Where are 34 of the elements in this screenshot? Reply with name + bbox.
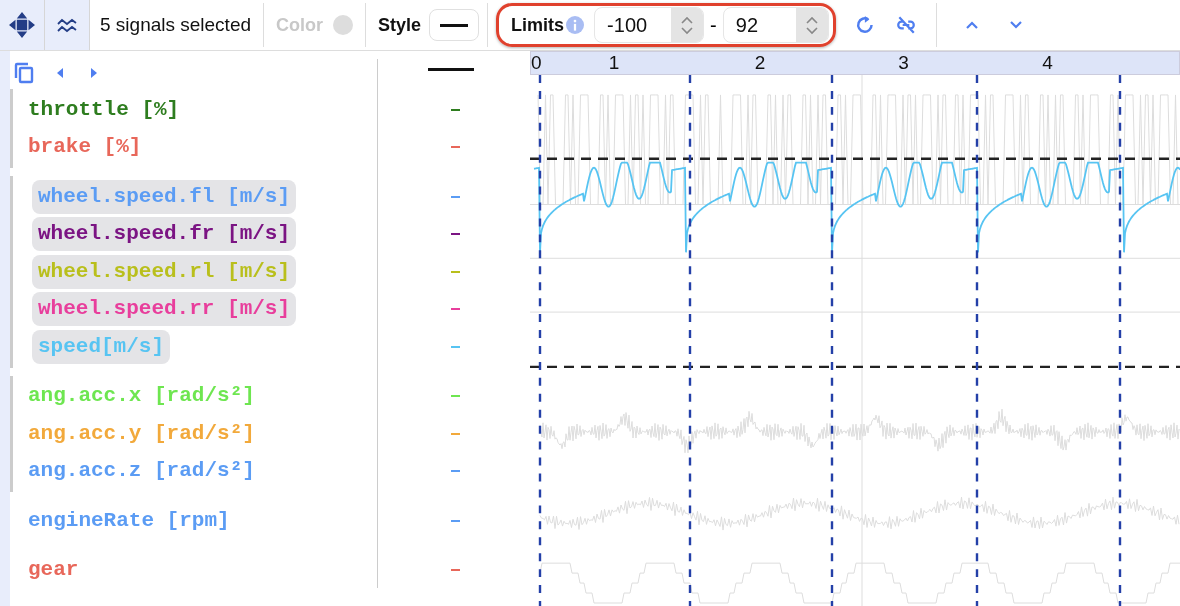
signal-name[interactable]: throttle [%] [22,92,186,127]
lap-label[interactable]: 3 [831,52,976,74]
lap-label[interactable]: 0 [531,52,539,74]
signal-name[interactable]: gear [22,553,85,588]
wave-icon [57,16,77,34]
stepper-icon[interactable] [804,15,819,35]
lap-label[interactable]: 2 [689,52,831,74]
signal-name[interactable]: ang.acc.z [rad/s²] [22,454,261,489]
reset-icon[interactable] [855,15,876,35]
stepper-icon[interactable] [680,15,695,35]
signal-name[interactable]: wheel.speed.rr [m/s] [32,292,297,327]
style-label: Style [378,14,422,36]
signal-name[interactable]: ang.acc.y [rad/s²] [22,416,261,451]
move-icon [9,12,35,38]
chevron-up-icon[interactable] [964,19,979,31]
unlink-icon[interactable] [895,15,916,35]
signal-name[interactable]: brake [%] [22,130,148,165]
line-style-button[interactable] [429,9,480,41]
move-button[interactable] [0,0,45,50]
min-limit-field[interactable]: -100 [594,7,705,43]
max-limit-field[interactable]: 92 [722,7,829,43]
signal-name[interactable]: wheel.speed.fl [m/s] [32,179,297,214]
left-arrow-icon[interactable] [56,67,64,79]
lap-label[interactable]: 4 [976,52,1119,74]
copy-icon[interactable] [14,62,34,84]
line-style-icon [428,67,474,71]
signal-name[interactable]: wheel.speed.fr [m/s] [32,217,297,252]
right-arrow-icon[interactable] [90,67,98,79]
signals-button[interactable] [45,0,90,50]
selection-count: 5 signals selected [100,14,252,36]
signal-name[interactable]: engineRate [rpm] [22,503,236,538]
chevron-down-icon[interactable] [1008,19,1023,31]
range-separator: - [710,13,717,37]
limits-label: Limits [511,14,565,36]
